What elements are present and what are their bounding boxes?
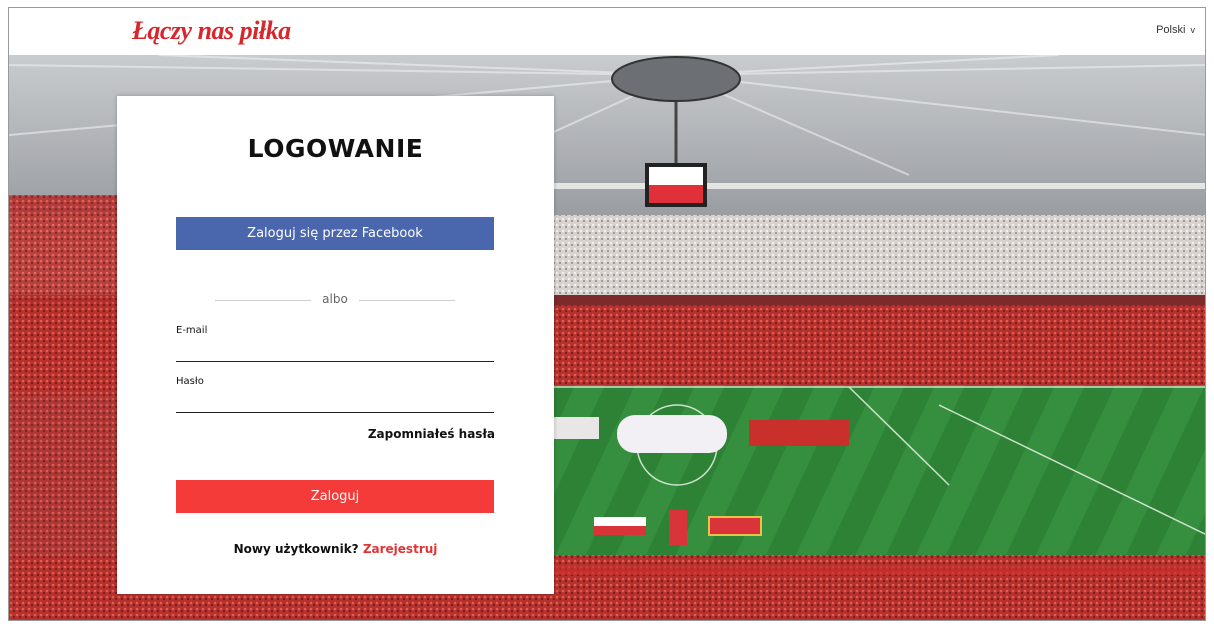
login-title: LOGOWANIE (247, 134, 424, 163)
password-label: Hasło (176, 376, 204, 387)
register-link[interactable]: Zarejestruj (363, 542, 438, 556)
top-bar: Łączy nas piłka Polski v (9, 8, 1205, 55)
login-submit-button[interactable]: Zaloguj (176, 480, 494, 513)
or-divider: albo (215, 292, 455, 307)
facebook-login-button[interactable]: Zaloguj się przez Facebook (176, 217, 494, 250)
password-field[interactable] (176, 392, 494, 413)
new-user-text: Nowy użytkownik? (233, 542, 359, 556)
language-label: Polski (1156, 24, 1186, 36)
language-selector[interactable]: Polski v (1156, 24, 1195, 36)
chevron-down-icon: v (1190, 25, 1196, 35)
register-row: Nowy użytkownik? Zarejestruj (117, 542, 554, 556)
page-frame: Łączy nas piłka Polski v LOGOWANIE Zalog… (8, 7, 1206, 621)
divider-line-right (359, 300, 455, 301)
forgot-password-link[interactable]: Zapomniałeś hasła (368, 427, 495, 441)
login-card: LOGOWANIE Zaloguj się przez Facebook alb… (117, 96, 554, 594)
divider-text: albo (322, 292, 348, 306)
email-label: E-mail (176, 325, 208, 336)
brand-logo[interactable]: Łączy nas piłka (132, 16, 291, 46)
email-field[interactable] (176, 341, 494, 362)
